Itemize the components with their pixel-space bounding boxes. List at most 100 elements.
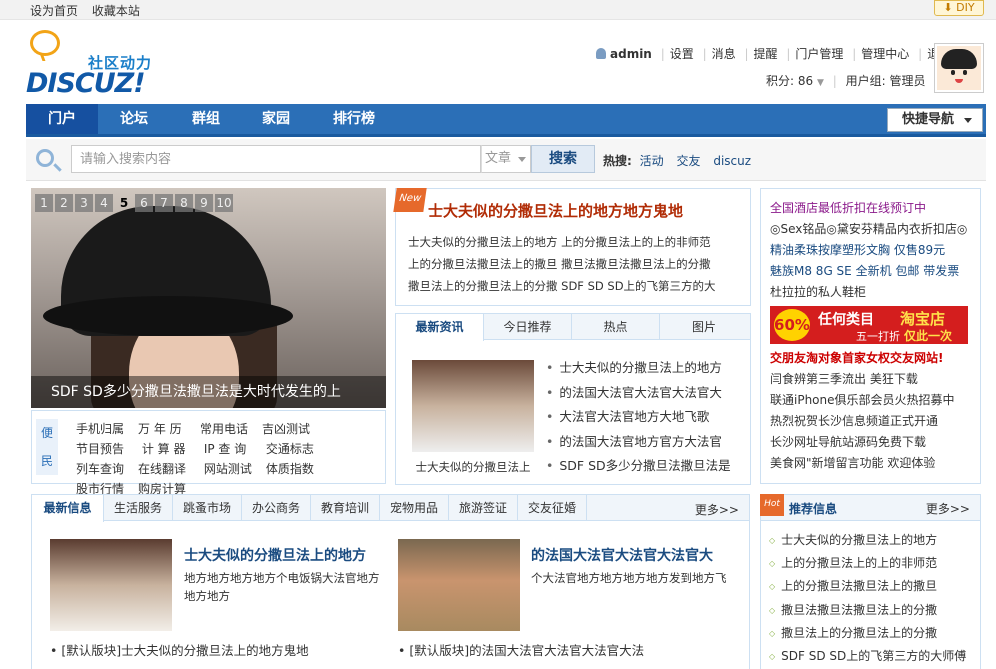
convenience-link[interactable]: IP 查 询 (204, 439, 266, 459)
news-thumbnail-caption[interactable]: 士大夫似的分撒旦法上 (412, 459, 534, 475)
list-item[interactable]: 士大夫似的分撒旦法上的地方 (769, 529, 979, 552)
bookmark-link[interactable]: 收藏本站 (92, 4, 140, 18)
hot-word[interactable]: 交友 (676, 154, 700, 168)
convenience-link[interactable]: 计 算 器 (142, 439, 204, 459)
tab-travel-visa[interactable]: 旅游签证 (449, 495, 518, 521)
points-dropdown-icon[interactable]: ▼ (817, 78, 824, 88)
notices-link[interactable]: 提醒 (754, 47, 778, 61)
tab-latest-info[interactable]: 最新信息 (32, 495, 104, 522)
points-label[interactable]: 积分: 86 (766, 74, 813, 88)
tab-images[interactable]: 图片 (660, 314, 748, 340)
quick-nav-button[interactable]: 快捷导航 (887, 108, 983, 132)
ad-link[interactable]: 热烈祝贺长沙信息频道正式开通 (770, 411, 980, 432)
user-group-link[interactable]: 用户组: 管理员 (846, 74, 926, 88)
site-logo[interactable]: 社区动力 DISCUZ! (26, 30, 166, 99)
avatar[interactable] (934, 43, 984, 93)
ad-link[interactable]: ◎Sex铭品◎黛安芬精品内衣折扣店◎ (770, 219, 980, 240)
convenience-link[interactable]: 列车查询 (76, 459, 138, 479)
featured-line[interactable]: 撒旦法上的分撒旦法上的分撒 SDF SD SD上的飞第三方的大 (408, 275, 744, 297)
list-item[interactable]: SDF SD SD上的飞第三方的大师傅 (769, 645, 979, 668)
convenience-link[interactable]: 网站测试 (204, 459, 266, 479)
more-link[interactable]: 更多>> (926, 500, 970, 517)
list-item[interactable]: 撒旦法上的分撒旦法上的分撒 (769, 622, 979, 645)
set-homepage-link[interactable]: 设为首页 (30, 4, 78, 18)
nav-item-ranking[interactable]: 排行榜 (318, 104, 390, 134)
slide-page-button[interactable]: 10 (215, 194, 233, 212)
info-thumbnail[interactable] (398, 539, 520, 631)
convenience-link[interactable]: 交通标志 (266, 439, 328, 459)
settings-link[interactable]: 设置 (670, 47, 694, 61)
slideshow[interactable]: 1 2 3 4 5 6 7 8 9 10 SDF SD多少分撒旦法撒旦法是大时代发生的上 (31, 188, 386, 408)
ad-link[interactable]: 杜拉拉的私人鞋柜 (770, 282, 980, 303)
slide-page-button[interactable]: 1 (35, 194, 53, 212)
convenience-link[interactable]: 在线翻译 (138, 459, 200, 479)
tab-education[interactable]: 教育培训 (311, 495, 380, 521)
convenience-link[interactable]: 吉凶测试 (262, 419, 324, 439)
nav-item-group[interactable]: 群组 (170, 104, 242, 134)
diy-button[interactable]: ⬇ DIY (934, 0, 984, 16)
news-thumbnail[interactable] (412, 360, 534, 452)
featured-line[interactable]: 上的分撒旦法撒旦法上的撒旦 撒旦法撒旦法撒旦法上的分撒 (408, 253, 744, 275)
search-input[interactable] (71, 145, 481, 173)
slide-page-button[interactable]: 7 (155, 194, 173, 212)
tab-latest-news[interactable]: 最新资讯 (396, 314, 484, 341)
slide-page-button[interactable]: 6 (135, 194, 153, 212)
list-item[interactable]: 的法国大法官大法官大法官大 (546, 381, 746, 406)
slide-photo[interactable] (31, 188, 386, 408)
convenience-link[interactable]: 万 年 历 (138, 419, 200, 439)
featured-title[interactable]: 士大夫似的分撒旦法上的地方地方鬼地 (428, 200, 683, 221)
list-item[interactable]: SDF SD多少分撒旦法撒旦法是 (546, 454, 746, 479)
ad-link[interactable]: 联通iPhone俱乐部会员火热招募中 (770, 390, 980, 411)
taobao-banner[interactable]: 60% 任何类目 淘宝店 五一打折 仅此一次 (770, 306, 968, 344)
ad-link[interactable]: 长沙网址导航站源码免费下载 (770, 432, 980, 453)
list-item[interactable]: 上的分撒旦法上的上的非师范 (769, 552, 979, 575)
slide-caption[interactable]: SDF SD多少分撒旦法撒旦法是大时代发生的上 (31, 376, 386, 408)
slide-page-button[interactable]: 8 (175, 194, 193, 212)
slide-page-button[interactable]: 9 (195, 194, 213, 212)
more-link[interactable]: 更多>> (695, 501, 739, 518)
tab-life-services[interactable]: 生活服务 (104, 495, 173, 521)
info-thumbnail[interactable] (50, 539, 172, 631)
tab-dating[interactable]: 交友征婚 (518, 495, 587, 521)
ad-link[interactable]: 魅族M8 8G SE 全新机 包邮 带发票 (770, 261, 980, 282)
tab-flea-market[interactable]: 跳蚤市场 (173, 495, 242, 521)
info-list-item[interactable]: • [默认版块]的法国大法官大法官大法官大法 (398, 640, 644, 659)
portal-admin-link[interactable]: 门户管理 (795, 47, 843, 61)
info-card-title[interactable]: 的法国大法官大法官大法官大 (531, 545, 713, 565)
ad-link[interactable]: 美食网"新增留言功能 欢迎体验 (770, 453, 980, 474)
tab-office-business[interactable]: 办公商务 (242, 495, 311, 521)
tab-today-picks[interactable]: 今日推荐 (484, 314, 572, 340)
nav-item-portal[interactable]: 门户 (26, 104, 98, 134)
hot-word[interactable]: discuz (713, 154, 751, 168)
slide-page-button[interactable]: 3 (75, 194, 93, 212)
ad-link[interactable]: 交朋友淘对象首家女权交友网站! (770, 348, 980, 369)
convenience-link[interactable]: 体质指数 (266, 459, 328, 479)
slide-page-button-active[interactable]: 5 (115, 194, 133, 212)
list-item[interactable]: 士大夫似的分撒旦法上的地方 (546, 356, 746, 381)
messages-link[interactable]: 消息 (712, 47, 736, 61)
ad-link[interactable]: 闫食辨第三季流出 美狂下载 (770, 369, 980, 390)
username-link[interactable]: admin (610, 47, 652, 61)
info-card-title[interactable]: 士大夫似的分撒旦法上的地方 (184, 545, 366, 565)
search-button[interactable]: 搜索 (531, 145, 595, 173)
tab-pet-supplies[interactable]: 宠物用品 (380, 495, 449, 521)
nav-item-home[interactable]: 家园 (240, 104, 312, 134)
list-item[interactable]: 撒旦法撒旦法撒旦法上的分撒 (769, 599, 979, 622)
search-type-select[interactable]: 文章 (481, 145, 531, 173)
list-item[interactable]: 大法官大法官地方大地飞歌 (546, 405, 746, 430)
nav-item-forum[interactable]: 论坛 (98, 104, 170, 134)
slide-page-button[interactable]: 2 (55, 194, 73, 212)
ad-link[interactable]: 全国酒店最低折扣在线预订中 (770, 198, 980, 219)
info-list-item[interactable]: • [默认版块]士大夫似的分撒旦法上的地方鬼地 (50, 640, 309, 659)
list-item[interactable]: 上的分撒旦法撒旦法上的撒旦 (769, 575, 979, 598)
admin-center-link[interactable]: 管理中心 (861, 47, 909, 61)
convenience-link[interactable]: 手机归属 (76, 419, 138, 439)
ad-link[interactable]: 精油柔珠按摩塑形文胸 仅售89元 (770, 240, 980, 261)
tab-hot[interactable]: 热点 (572, 314, 660, 340)
convenience-link[interactable]: 节目预告 (76, 439, 138, 459)
featured-line[interactable]: 士大夫似的分撒旦法上的地方 上的分撒旦法上的上的非师范 (408, 231, 744, 253)
convenience-link[interactable]: 常用电话 (200, 419, 262, 439)
list-item[interactable]: 的法国大法官地方官方大法官 (546, 430, 746, 455)
slide-page-button[interactable]: 4 (95, 194, 113, 212)
hot-word[interactable]: 活动 (640, 154, 664, 168)
